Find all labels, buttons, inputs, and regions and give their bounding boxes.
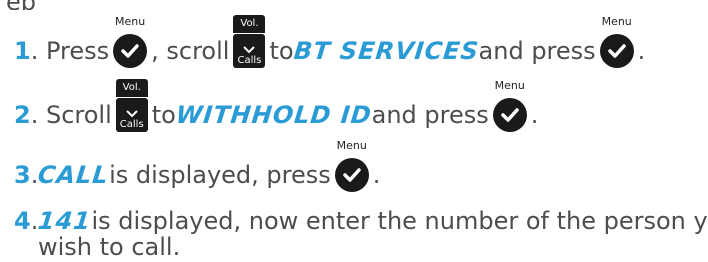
vol-calls-button[interactable]: Vol. Calls <box>115 79 148 132</box>
chevron-down-icon <box>126 110 138 118</box>
menu-ok-button[interactable]: Menu <box>599 15 634 68</box>
calls-label: Calls <box>119 119 144 130</box>
step-number: 1 <box>14 37 31 65</box>
menu-ok-button[interactable]: Menu <box>492 79 527 132</box>
lcd-text: 141 <box>36 207 93 235</box>
menu-ok-button[interactable]: Menu <box>113 15 148 68</box>
menu-label: Menu <box>115 15 146 28</box>
vol-calls-button[interactable]: Vol. Calls <box>233 15 266 68</box>
vol-label: Vol. <box>115 79 148 97</box>
step-3: 3 . CALL is displayed, press Menu . <box>14 139 380 192</box>
lcd-text: WITHHOLD ID <box>174 101 374 129</box>
chevron-down-icon <box>243 46 256 54</box>
intro-fragment: ep <box>6 0 40 10</box>
menu-label: Menu <box>601 15 632 28</box>
lcd-text: BT SERVICES <box>292 37 481 65</box>
step-4-continuation: wish to call. <box>38 233 181 261</box>
checkmark-icon <box>334 158 369 192</box>
lcd-text: CALL <box>36 161 111 189</box>
step-1: 1 . Press Menu , scroll Vol. Calls to BT… <box>14 15 646 68</box>
menu-label: Menu <box>494 79 525 92</box>
calls-label: Calls <box>237 55 262 66</box>
step-number: 3 <box>14 161 31 189</box>
step-2: 2 . Scroll Vol. Calls to WITHHOLD ID and… <box>14 79 539 132</box>
checkmark-icon <box>599 34 634 68</box>
checkmark-icon <box>113 34 148 68</box>
step-number: 2 <box>14 101 31 129</box>
vol-label: Vol. <box>233 15 266 33</box>
step-4: 4 . 141 is displayed, now enter the numb… <box>14 207 708 235</box>
checkmark-icon <box>492 98 527 132</box>
menu-ok-button[interactable]: Menu <box>334 139 369 192</box>
menu-label: Menu <box>336 139 367 152</box>
step-number: 4 <box>14 207 31 235</box>
